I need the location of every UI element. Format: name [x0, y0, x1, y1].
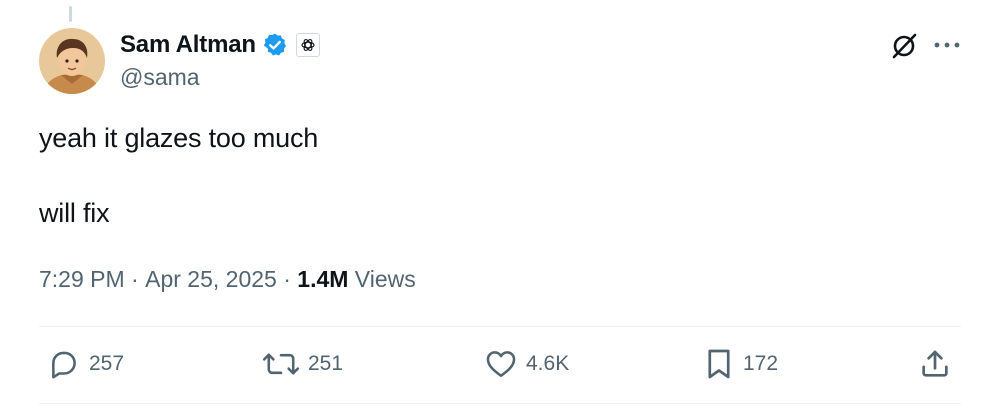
like-count: 4.6K: [526, 352, 570, 375]
meta-separator: ·: [276, 266, 298, 292]
tweet-text-line-2: will fix: [39, 198, 110, 228]
bookmark-icon: [708, 349, 730, 379]
share-button[interactable]: [918, 344, 952, 384]
heart-icon: [486, 351, 516, 378]
like-button[interactable]: 4.6K: [484, 344, 569, 384]
tweet-text-line-1: yeah it glazes too much: [39, 123, 319, 153]
author-handle[interactable]: @sama: [120, 64, 200, 91]
views-label: Views: [348, 266, 416, 292]
meta-separator: ·: [124, 266, 146, 292]
repost-button[interactable]: 251: [262, 344, 343, 384]
reply-count: 257: [89, 352, 125, 375]
repost-icon: [262, 353, 300, 375]
tweet-time[interactable]: 7:29 PM: [39, 266, 125, 293]
grok-icon[interactable]: [889, 31, 919, 61]
divider: [39, 403, 961, 404]
repost-count: 251: [308, 352, 344, 375]
bookmark-button[interactable]: 172: [703, 344, 778, 384]
tweet-metadata: 7:29 PM · Apr 25, 2025 · 1.4M Views: [39, 266, 416, 293]
avatar-image: [39, 28, 105, 94]
verified-badge-icon[interactable]: [262, 32, 288, 58]
tweet-date[interactable]: Apr 25, 2025: [145, 266, 277, 293]
share-icon: [922, 350, 948, 377]
bookmark-count: 172: [743, 352, 779, 375]
more-icon[interactable]: [932, 32, 962, 58]
views-count: 1.4M: [297, 266, 349, 292]
reply-icon: [52, 351, 76, 379]
openai-logo-icon[interactable]: [295, 33, 320, 57]
thread-connector-line: [69, 6, 72, 22]
reply-button[interactable]: 257: [47, 344, 124, 384]
avatar[interactable]: [39, 28, 105, 94]
author-display-name[interactable]: Sam Altman: [120, 31, 256, 59]
tweet-text: yeah it glazes too much will fix: [39, 120, 318, 232]
divider: [39, 326, 961, 327]
